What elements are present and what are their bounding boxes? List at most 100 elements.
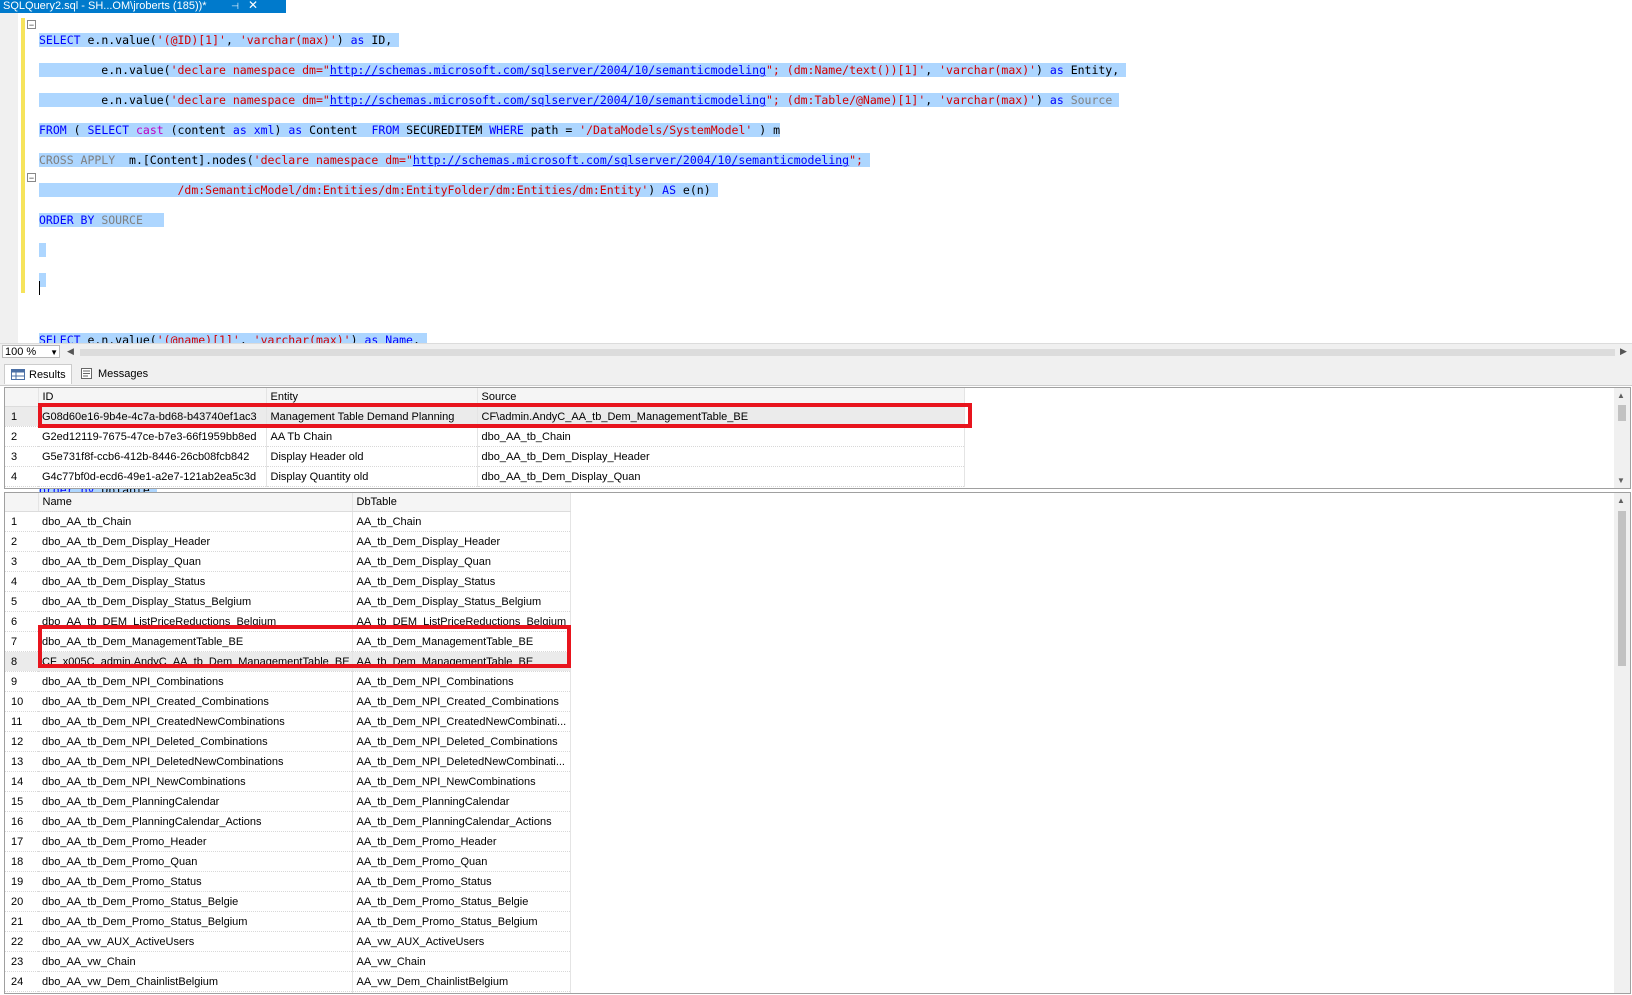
zoom-select[interactable]: 100 % ▼ (2, 345, 60, 358)
tab-messages[interactable]: Messages (74, 364, 152, 384)
collapse-icon[interactable]: − (27, 173, 36, 183)
table-cell[interactable]: AA_tb_Dem_Promo_Header (352, 831, 571, 852)
table-cell[interactable]: AA_tb_Dem_Display_Status (352, 571, 571, 592)
table-row[interactable]: 12 dbo_AA_tb_Dem_NPI_Deleted_Combinations… (5, 731, 571, 752)
table-row[interactable]: 7 dbo_AA_tb_Dem_ManagementTable_BE AA_tb_D… (5, 631, 571, 652)
table-row[interactable]: 24 dbo_AA_vw_Dem_ChainlistBelgium AA_vw_De… (5, 971, 571, 992)
row-number[interactable]: 23 (5, 951, 38, 972)
pin-icon[interactable]: ⊣ (229, 0, 241, 13)
row-number[interactable]: 9 (5, 671, 38, 692)
column-header[interactable]: Entity (266, 388, 478, 407)
row-number[interactable]: 20 (5, 891, 38, 912)
document-tab[interactable]: SQLQuery2.sql - SH...OM\jroberts (185))*… (0, 0, 286, 13)
table-row[interactable]: 5 dbo_AA_tb_Dem_Display_Status_Belgium AA_… (5, 591, 571, 612)
table-cell[interactable]: AA_tb_Dem_Promo_Status_Belgium (352, 911, 571, 932)
table-row[interactable]: 18 dbo_AA_tb_Dem_Promo_Quan AA_tb_Dem_Prom… (5, 851, 571, 872)
table-cell[interactable]: dbo_AA_tb_Dem_Promo_Quan (38, 851, 353, 872)
table-cell[interactable]: dbo_AA_tb_Dem_PlanningCalendar (38, 791, 353, 812)
table-cell[interactable]: dbo_AA_tb_Dem_Display_Quan (477, 466, 965, 487)
results-grid-1[interactable]: ID Entity Source 1 G08d60e16-9b4e-4c7a-bd… (4, 387, 1631, 489)
table-cell[interactable]: dbo_AA_tb_Dem_Promo_Header (38, 831, 353, 852)
table-cell[interactable]: AA_tb_Dem_PlanningCalendar (352, 791, 571, 812)
table-row[interactable]: 17 dbo_AA_tb_Dem_Promo_Header AA_tb_Dem_Pr… (5, 831, 571, 852)
horizontal-scrollbar[interactable] (80, 349, 1615, 356)
row-number[interactable]: 12 (5, 731, 38, 752)
row-number[interactable]: 2 (5, 531, 38, 552)
table-cell[interactable]: Display Quantity old (266, 466, 478, 487)
column-header[interactable]: DbTable (352, 493, 571, 512)
column-header[interactable]: Name (38, 493, 353, 512)
table-cell[interactable]: AA_tb_Dem_Display_Quan (352, 551, 571, 572)
table-row[interactable]: 3 dbo_AA_tb_Dem_Display_Quan AA_tb_Dem_Dis… (5, 551, 571, 572)
table-row[interactable]: 11 dbo_AA_tb_Dem_NPI_CreatedNewCombinatio… (5, 711, 571, 732)
scroll-left-icon[interactable]: ◀ (67, 346, 74, 357)
table-cell[interactable]: dbo_AA_tb_Chain (38, 511, 353, 532)
table-cell[interactable]: AA_tb_Dem_Promo_Status_Belgie (352, 891, 571, 912)
table-cell[interactable]: AA_tb_DEM_ListPriceReductions_Belgium (352, 611, 571, 632)
table-cell[interactable]: AA_tb_Dem_NPI_NewCombinations (352, 771, 571, 792)
table-cell[interactable]: CF_x005C_admin.AndyC_AA_tb_Dem_Managemen… (38, 651, 353, 672)
table-cell[interactable]: AA_vw_Dem_ChainlistBelgium (352, 971, 571, 992)
row-number[interactable]: 1 (5, 511, 38, 532)
table-cell[interactable]: dbo_AA_tb_Chain (477, 426, 965, 447)
table-row[interactable]: 4 dbo_AA_tb_Dem_Display_Status AA_tb_Dem_D… (5, 571, 571, 592)
column-header[interactable]: ID (38, 388, 267, 407)
scrollbar-thumb[interactable] (1618, 511, 1626, 666)
row-number[interactable]: 10 (5, 691, 38, 712)
row-number[interactable]: 6 (5, 611, 38, 632)
table-cell[interactable]: AA_tb_Dem_NPI_Deleted_Combinations (352, 731, 571, 752)
table-cell[interactable]: dbo_AA_vw_Chain (38, 951, 353, 972)
table-cell[interactable]: dbo_AA_VW_Dem_Display_Header_Belgium (38, 991, 353, 993)
table-cell[interactable]: CF\admin.AndyC_AA_tb_Dem_ManagementTable… (477, 406, 965, 427)
row-number[interactable]: 14 (5, 771, 38, 792)
table-row[interactable]: 2 dbo_AA_tb_Dem_Display_Header AA_tb_Dem_D… (5, 531, 571, 552)
table-row[interactable]: 6 dbo_AA_tb_DEM_ListPriceReductions_Belgi… (5, 611, 571, 632)
table-cell[interactable]: AA_tb_Dem_Promo_Quan (352, 851, 571, 872)
table-cell[interactable]: dbo_AA_tb_Dem_PlanningCalendar_Actions (38, 811, 353, 832)
table-row[interactable]: 22 dbo_AA_vw_AUX_ActiveUsers AA_vw_AUX_Act… (5, 931, 571, 952)
table-cell[interactable]: AA_tb_Dem_NPI_DeletedNewCombinati... (352, 751, 571, 772)
table-cell[interactable]: AA_tb_Dem_ManagementTable_BE (352, 631, 571, 652)
table-cell[interactable]: dbo_AA_tb_Dem_NPI_NewCombinations (38, 771, 353, 792)
scroll-right-icon[interactable]: ▶ (1620, 346, 1627, 357)
row-number[interactable]: 15 (5, 791, 38, 812)
table-cell[interactable]: AA_vw_AUX_ActiveUsers (352, 931, 571, 952)
table-cell[interactable]: G5e731f8f-ccb6-412b-8446-26cb08fcb842 (38, 446, 267, 467)
table-cell[interactable]: AA_tb_Dem_Promo_Status (352, 871, 571, 892)
collapse-icon[interactable]: − (27, 20, 36, 30)
table-row[interactable]: 1 dbo_AA_tb_Chain AA_tb_Chain (5, 511, 571, 532)
table-cell[interactable]: dbo_AA_tb_Dem_ManagementTable_BE (38, 631, 353, 652)
row-number[interactable]: 25 (5, 991, 38, 993)
table-row[interactable]: 8 CF_x005C_admin.AndyC_AA_tb_Dem_Manageme… (5, 651, 571, 672)
table-row[interactable]: 20 dbo_AA_tb_Dem_Promo_Status_Belgie AA_tb… (5, 891, 571, 912)
table-row[interactable]: 2 G2ed12119-7675-47ce-b7e3-66f1959bb8ed AA… (5, 426, 965, 447)
column-header[interactable]: Source (477, 388, 965, 407)
vertical-scrollbar[interactable]: ▲ ▼ (1614, 388, 1630, 488)
table-cell[interactable]: dbo_AA_tb_Dem_Promo_Status_Belgium (38, 911, 353, 932)
table-cell[interactable]: AA_tb_Dem_Display_Header (352, 531, 571, 552)
table-cell[interactable]: dbo_AA_tb_Dem_NPI_Combinations (38, 671, 353, 692)
row-number[interactable]: 1 (5, 406, 38, 427)
row-number[interactable]: 5 (5, 591, 38, 612)
table-cell[interactable]: AA Tb Chain (266, 426, 478, 447)
table-cell[interactable]: AA_VW_Dem_Display_Header_Belgium (352, 991, 571, 993)
table-cell[interactable]: G08d60e16-9b4e-4c7a-bd68-b43740ef1ac3 (38, 406, 267, 427)
table-row[interactable]: 21 dbo_AA_tb_Dem_Promo_Status_Belgium AA_t… (5, 911, 571, 932)
row-number[interactable]: 18 (5, 851, 38, 872)
table-cell[interactable]: AA_tb_Chain (352, 511, 571, 532)
table-cell[interactable]: AA_vw_Chain (352, 951, 571, 972)
row-number[interactable]: 4 (5, 571, 38, 592)
row-number[interactable]: 3 (5, 551, 38, 572)
scrollbar-thumb[interactable] (1618, 405, 1626, 421)
row-number[interactable]: 24 (5, 971, 38, 992)
table-cell[interactable]: dbo_AA_tb_Dem_NPI_Created_Combinations (38, 691, 353, 712)
table-row[interactable]: 10 dbo_AA_tb_Dem_NPI_Created_Combinations… (5, 691, 571, 712)
table-cell[interactable]: Management Table Demand Planning (266, 406, 478, 427)
table-row[interactable]: 16 dbo_AA_tb_Dem_PlanningCalendar_Actions… (5, 811, 571, 832)
vertical-scrollbar[interactable]: ▲ (1614, 493, 1630, 993)
table-row[interactable]: 19 dbo_AA_tb_Dem_Promo_Status AA_tb_Dem_Pr… (5, 871, 571, 892)
row-number[interactable]: 8 (5, 651, 38, 672)
table-cell[interactable]: dbo_AA_tb_Dem_Display_Status_Belgium (38, 591, 353, 612)
table-cell[interactable]: Display Header old (266, 446, 478, 467)
table-cell[interactable]: dbo_AA_tb_Dem_Display_Header (38, 531, 353, 552)
